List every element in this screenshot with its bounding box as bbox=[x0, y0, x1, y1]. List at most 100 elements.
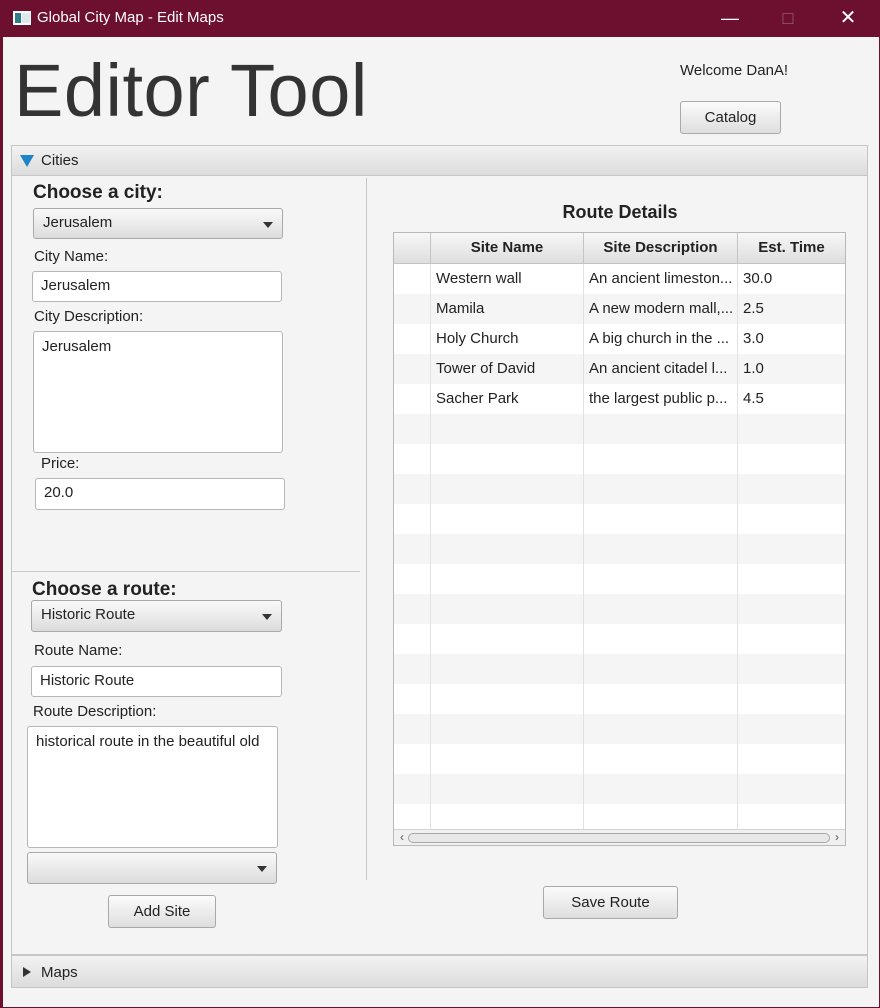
table-cell bbox=[394, 594, 431, 624]
site-dropdown[interactable] bbox=[27, 852, 277, 884]
table-row[interactable] bbox=[394, 594, 845, 624]
table-cell bbox=[394, 654, 431, 684]
table-cell bbox=[584, 684, 738, 714]
table-row[interactable] bbox=[394, 714, 845, 744]
table-cell bbox=[394, 744, 431, 774]
table-row[interactable]: Sacher Park the largest public p... 4.5 bbox=[394, 384, 845, 414]
table-cell: 2.5 bbox=[743, 300, 764, 317]
table-cell bbox=[394, 504, 431, 534]
table-cell: 1.0 bbox=[743, 360, 764, 377]
triangle-right-icon bbox=[23, 967, 31, 977]
table-cell bbox=[584, 564, 738, 594]
table-cell: Holy Church bbox=[431, 324, 584, 354]
table-cell: 30.0 bbox=[743, 270, 773, 287]
table-cell bbox=[394, 294, 431, 324]
table-row[interactable] bbox=[394, 504, 845, 534]
table-cell bbox=[584, 594, 738, 624]
window-title: Global City Map - Edit Maps bbox=[37, 9, 224, 26]
section-divider bbox=[12, 571, 360, 572]
table-cell: An ancient citadel l... bbox=[584, 354, 738, 384]
table-row[interactable] bbox=[394, 684, 845, 714]
table-cell bbox=[738, 714, 845, 744]
table-cell bbox=[431, 744, 584, 774]
table-row[interactable] bbox=[394, 654, 845, 684]
split-divider[interactable] bbox=[366, 178, 367, 880]
route-description-field[interactable]: historical route in the beautiful old bbox=[27, 726, 278, 848]
table-cell bbox=[584, 474, 738, 504]
scroll-left-icon[interactable]: ‹ bbox=[396, 830, 408, 845]
minimize-icon[interactable]: — bbox=[701, 1, 759, 37]
table-row[interactable] bbox=[394, 744, 845, 774]
route-description-label: Route Description: bbox=[33, 703, 157, 720]
chevron-down-icon bbox=[262, 614, 272, 620]
table-cell bbox=[584, 504, 738, 534]
table-cell bbox=[431, 774, 584, 804]
table-row[interactable]: Mamila A new modern mall,... 2.5 bbox=[394, 294, 845, 324]
chevron-down-icon bbox=[257, 866, 267, 872]
table-cell bbox=[394, 714, 431, 744]
route-details-heading: Route Details bbox=[562, 202, 678, 222]
table-row[interactable] bbox=[394, 444, 845, 474]
table-cell bbox=[584, 774, 738, 804]
table-cell bbox=[584, 624, 738, 654]
route-name-field[interactable]: Historic Route bbox=[31, 666, 282, 697]
table-cell bbox=[394, 774, 431, 804]
table-row[interactable] bbox=[394, 804, 845, 829]
price-field[interactable]: 20.0 bbox=[35, 478, 285, 510]
table-cell: Tower of David bbox=[431, 354, 584, 384]
price-label: Price: bbox=[41, 455, 80, 472]
table-cell bbox=[738, 684, 845, 714]
save-route-button[interactable]: Save Route bbox=[543, 886, 678, 919]
table-cell: 4.5 bbox=[743, 390, 764, 407]
horizontal-scrollbar[interactable]: ‹ › bbox=[394, 829, 845, 845]
table-cell: Western wall bbox=[431, 264, 584, 294]
cities-pane-header[interactable]: Cities bbox=[11, 145, 868, 176]
city-dropdown[interactable]: Jerusalem bbox=[33, 208, 283, 239]
table-cell bbox=[584, 804, 738, 829]
route-dropdown[interactable]: Historic Route bbox=[31, 600, 282, 632]
table-row[interactable]: Holy Church A big church in the ... 3.0 bbox=[394, 324, 845, 354]
route-sites-table: Site Name Site Description Est. Time Wes… bbox=[393, 232, 846, 846]
choose-route-heading: Choose a route: bbox=[32, 579, 177, 600]
table-cell bbox=[394, 354, 431, 384]
table-cell bbox=[584, 744, 738, 774]
column-header-index[interactable] bbox=[394, 233, 431, 263]
table-row[interactable]: Western wall An ancient limeston... 30.0 bbox=[394, 264, 845, 294]
table-cell bbox=[584, 414, 738, 444]
maximize-icon[interactable]: □ bbox=[759, 1, 817, 37]
table-row[interactable]: Tower of David An ancient citadel l... 1.0 bbox=[394, 354, 845, 384]
table-cell bbox=[394, 624, 431, 654]
city-description-label: City Description: bbox=[34, 308, 144, 325]
add-site-button[interactable]: Add Site bbox=[108, 895, 216, 928]
table-row[interactable] bbox=[394, 474, 845, 504]
table-row[interactable] bbox=[394, 564, 845, 594]
city-name-field[interactable]: Jerusalem bbox=[32, 271, 282, 302]
scrollbar-thumb[interactable] bbox=[408, 833, 830, 843]
table-cell bbox=[431, 624, 584, 654]
table-cell bbox=[431, 594, 584, 624]
table-row[interactable] bbox=[394, 774, 845, 804]
column-header-site-description[interactable]: Site Description bbox=[584, 233, 738, 263]
catalog-button[interactable]: Catalog bbox=[680, 101, 781, 134]
city-description-field[interactable]: Jerusalem bbox=[33, 331, 283, 453]
table-cell bbox=[431, 534, 584, 564]
table-cell bbox=[431, 414, 584, 444]
title-bar[interactable]: Global City Map - Edit Maps — □ ✕ bbox=[1, 1, 880, 37]
close-icon[interactable]: ✕ bbox=[819, 1, 877, 37]
table-cell: the largest public p... bbox=[584, 384, 738, 414]
column-header-site-name[interactable]: Site Name bbox=[431, 233, 584, 263]
table-row[interactable] bbox=[394, 414, 845, 444]
table-cell: A new modern mall,... bbox=[584, 294, 738, 324]
table-cell bbox=[394, 534, 431, 564]
table-cell: 3.0 bbox=[743, 330, 764, 347]
scroll-right-icon[interactable]: › bbox=[831, 830, 843, 845]
chevron-down-icon bbox=[263, 222, 273, 228]
table-row[interactable] bbox=[394, 624, 845, 654]
app-window-icon bbox=[13, 11, 31, 25]
table-row[interactable] bbox=[394, 534, 845, 564]
table-cell bbox=[431, 504, 584, 534]
table-cell: Mamila bbox=[431, 294, 584, 324]
maps-pane-header[interactable]: Maps bbox=[11, 955, 868, 988]
column-header-est-time[interactable]: Est. Time bbox=[738, 233, 845, 263]
table-header: Site Name Site Description Est. Time bbox=[394, 233, 845, 264]
